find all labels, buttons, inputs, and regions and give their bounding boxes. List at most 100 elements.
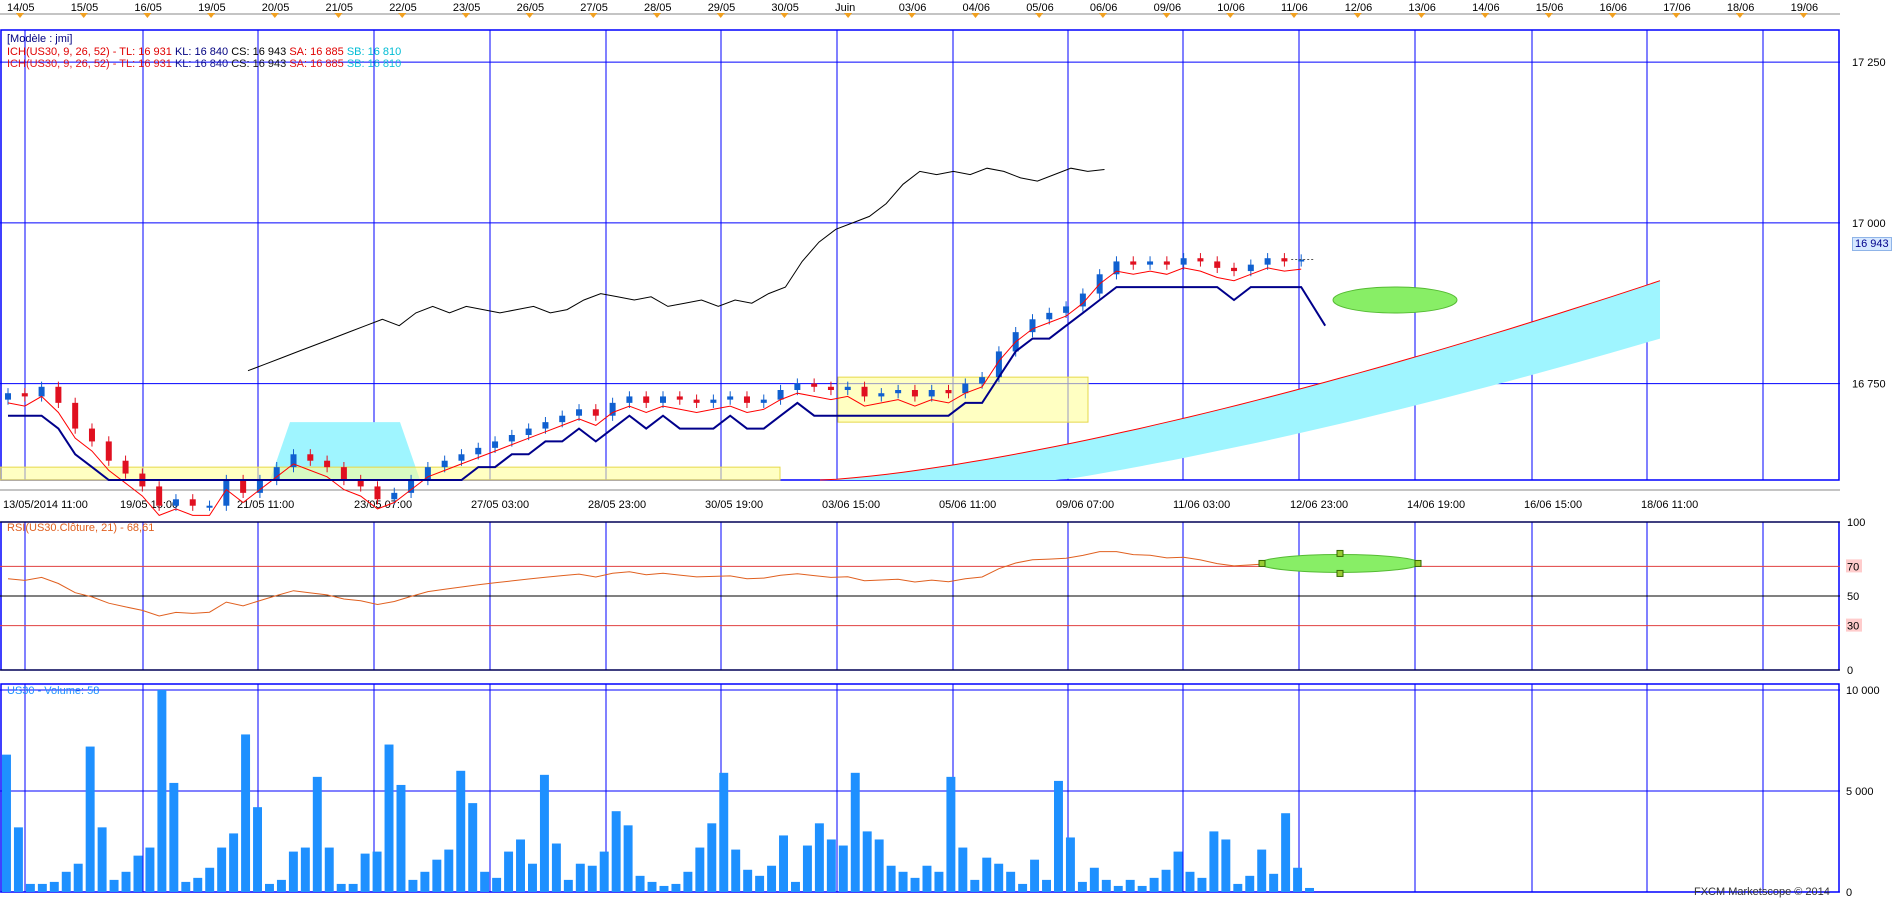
date-marker-icon [1162,13,1171,18]
date-marker-icon [1481,13,1490,18]
volume-bar [336,883,346,892]
candle-body [576,409,583,416]
top-date-tick: 29/05 [708,2,736,14]
date-marker-icon [525,13,534,18]
volume-bar [575,863,585,892]
candle-body [811,383,818,387]
volume-bar [826,839,836,892]
top-date-tick: 18/06 [1727,2,1755,14]
top-date-tick: 15/05 [71,2,99,14]
top-date-tick: 26/05 [517,2,545,14]
volume-bar [946,776,956,892]
kl-value: KL: 16 840 [174,46,229,58]
ich-label: ICH(US30, 9, 26, 52) - [7,46,117,58]
top-date-tick: 11/06 [1281,2,1308,14]
volume-bar [755,875,765,892]
volume-bar [910,877,920,892]
ellipse-handle [1258,559,1266,567]
date-marker-icon [780,13,789,18]
price-axis-tick: 16 750 [1852,379,1886,391]
candle-body [340,467,347,480]
volume-bar [217,847,227,892]
volume-bar [934,871,944,892]
volume-bar [587,865,597,892]
volume-bar [1113,885,1123,892]
volume-bar [1185,871,1195,892]
volume-bar [2,754,11,892]
volume-bar [539,774,549,892]
candle-body [1163,261,1170,265]
candle-body [861,386,868,397]
volume-bar [97,827,107,892]
top-date-tick: 14/06 [1472,2,1500,14]
date-marker-icon [1226,13,1235,18]
rsi-axis-tick: 0 [1847,665,1853,677]
volume-bar [743,869,753,892]
volume-axis-tick: 0 [1846,887,1852,899]
volume-bar [791,881,800,892]
candle-body [324,460,331,468]
ich-label-dup: ICH(US30, 9, 26, 52) - [7,58,117,70]
volume-bar [37,883,47,892]
volume-bar [528,863,537,892]
date-marker-icon [1544,13,1553,18]
volume-bar [384,744,394,892]
volume-bar [456,770,466,892]
top-date-tick: 30/05 [771,2,799,14]
ichimoku-legend: ICH(US30, 9, 26, 52) - TL: 16 931 KL: 16… [7,46,401,58]
candle-body [643,396,650,403]
volume-bar [1065,837,1075,892]
volume-bar [157,690,167,892]
bottom-date-tick: 03/06 15:00 [822,499,880,511]
candle-body [1180,258,1187,265]
volume-bar [719,772,729,892]
candle-body [660,396,666,403]
volume-axis-tick: 5 000 [1846,786,1874,798]
volume-bar [492,877,502,892]
volume-bar [1209,831,1219,892]
ellipse-handle [1336,549,1344,557]
ellipse-handle [1336,569,1344,577]
volume-bar [420,871,430,892]
volume-bar [970,879,980,892]
volume-bar [300,847,310,892]
model-label: [Modèle : jmi] [7,33,73,45]
volume-bar [265,883,274,892]
date-marker-icon [589,13,598,18]
date-marker-icon [1672,13,1681,18]
candle-body [1063,306,1070,313]
candle-body [895,390,902,394]
volume-bar [241,734,251,892]
volume-bar [169,782,179,892]
volume-bar [1233,883,1243,892]
candle-body [743,396,750,403]
chart-canvas[interactable]: 14/05 15/05 16/05 19/05 20/05 21/05 22/05 23/05… [0,0,1903,900]
volume-bar [1137,885,1147,892]
volume-bar [1125,879,1135,892]
date-marker-icon [207,13,216,18]
candle-body [508,435,515,442]
bottom-date-tick: 23/05 07:00 [354,499,412,511]
rsi-axis-tick: 30 [1847,621,1859,633]
volume-bar [767,865,777,892]
rsi-axis-tick: 70 [1847,561,1859,573]
volume-bar [599,851,609,892]
volume-bar [994,863,1004,892]
volume-bar [1305,887,1314,892]
volume-bar [659,885,669,892]
candle-body [88,428,95,442]
date-marker-icon [1735,13,1744,18]
candle-body [21,393,28,397]
date-marker-icon [16,13,24,18]
volume-bar [85,746,95,892]
chart-window[interactable]: 14/05 15/05 16/05 19/05 20/05 21/05 22/05 23/05… [0,0,1903,900]
date-marker-icon [1098,13,1107,18]
volume-bar [1006,871,1016,892]
volume-bar [1042,879,1051,892]
candle-body [626,396,633,403]
volume-bar [133,855,143,892]
top-date-tick: 09/06 [1154,2,1182,14]
date-marker-icon [79,13,88,18]
volume-bar [181,881,191,892]
date-marker-icon [270,13,279,18]
